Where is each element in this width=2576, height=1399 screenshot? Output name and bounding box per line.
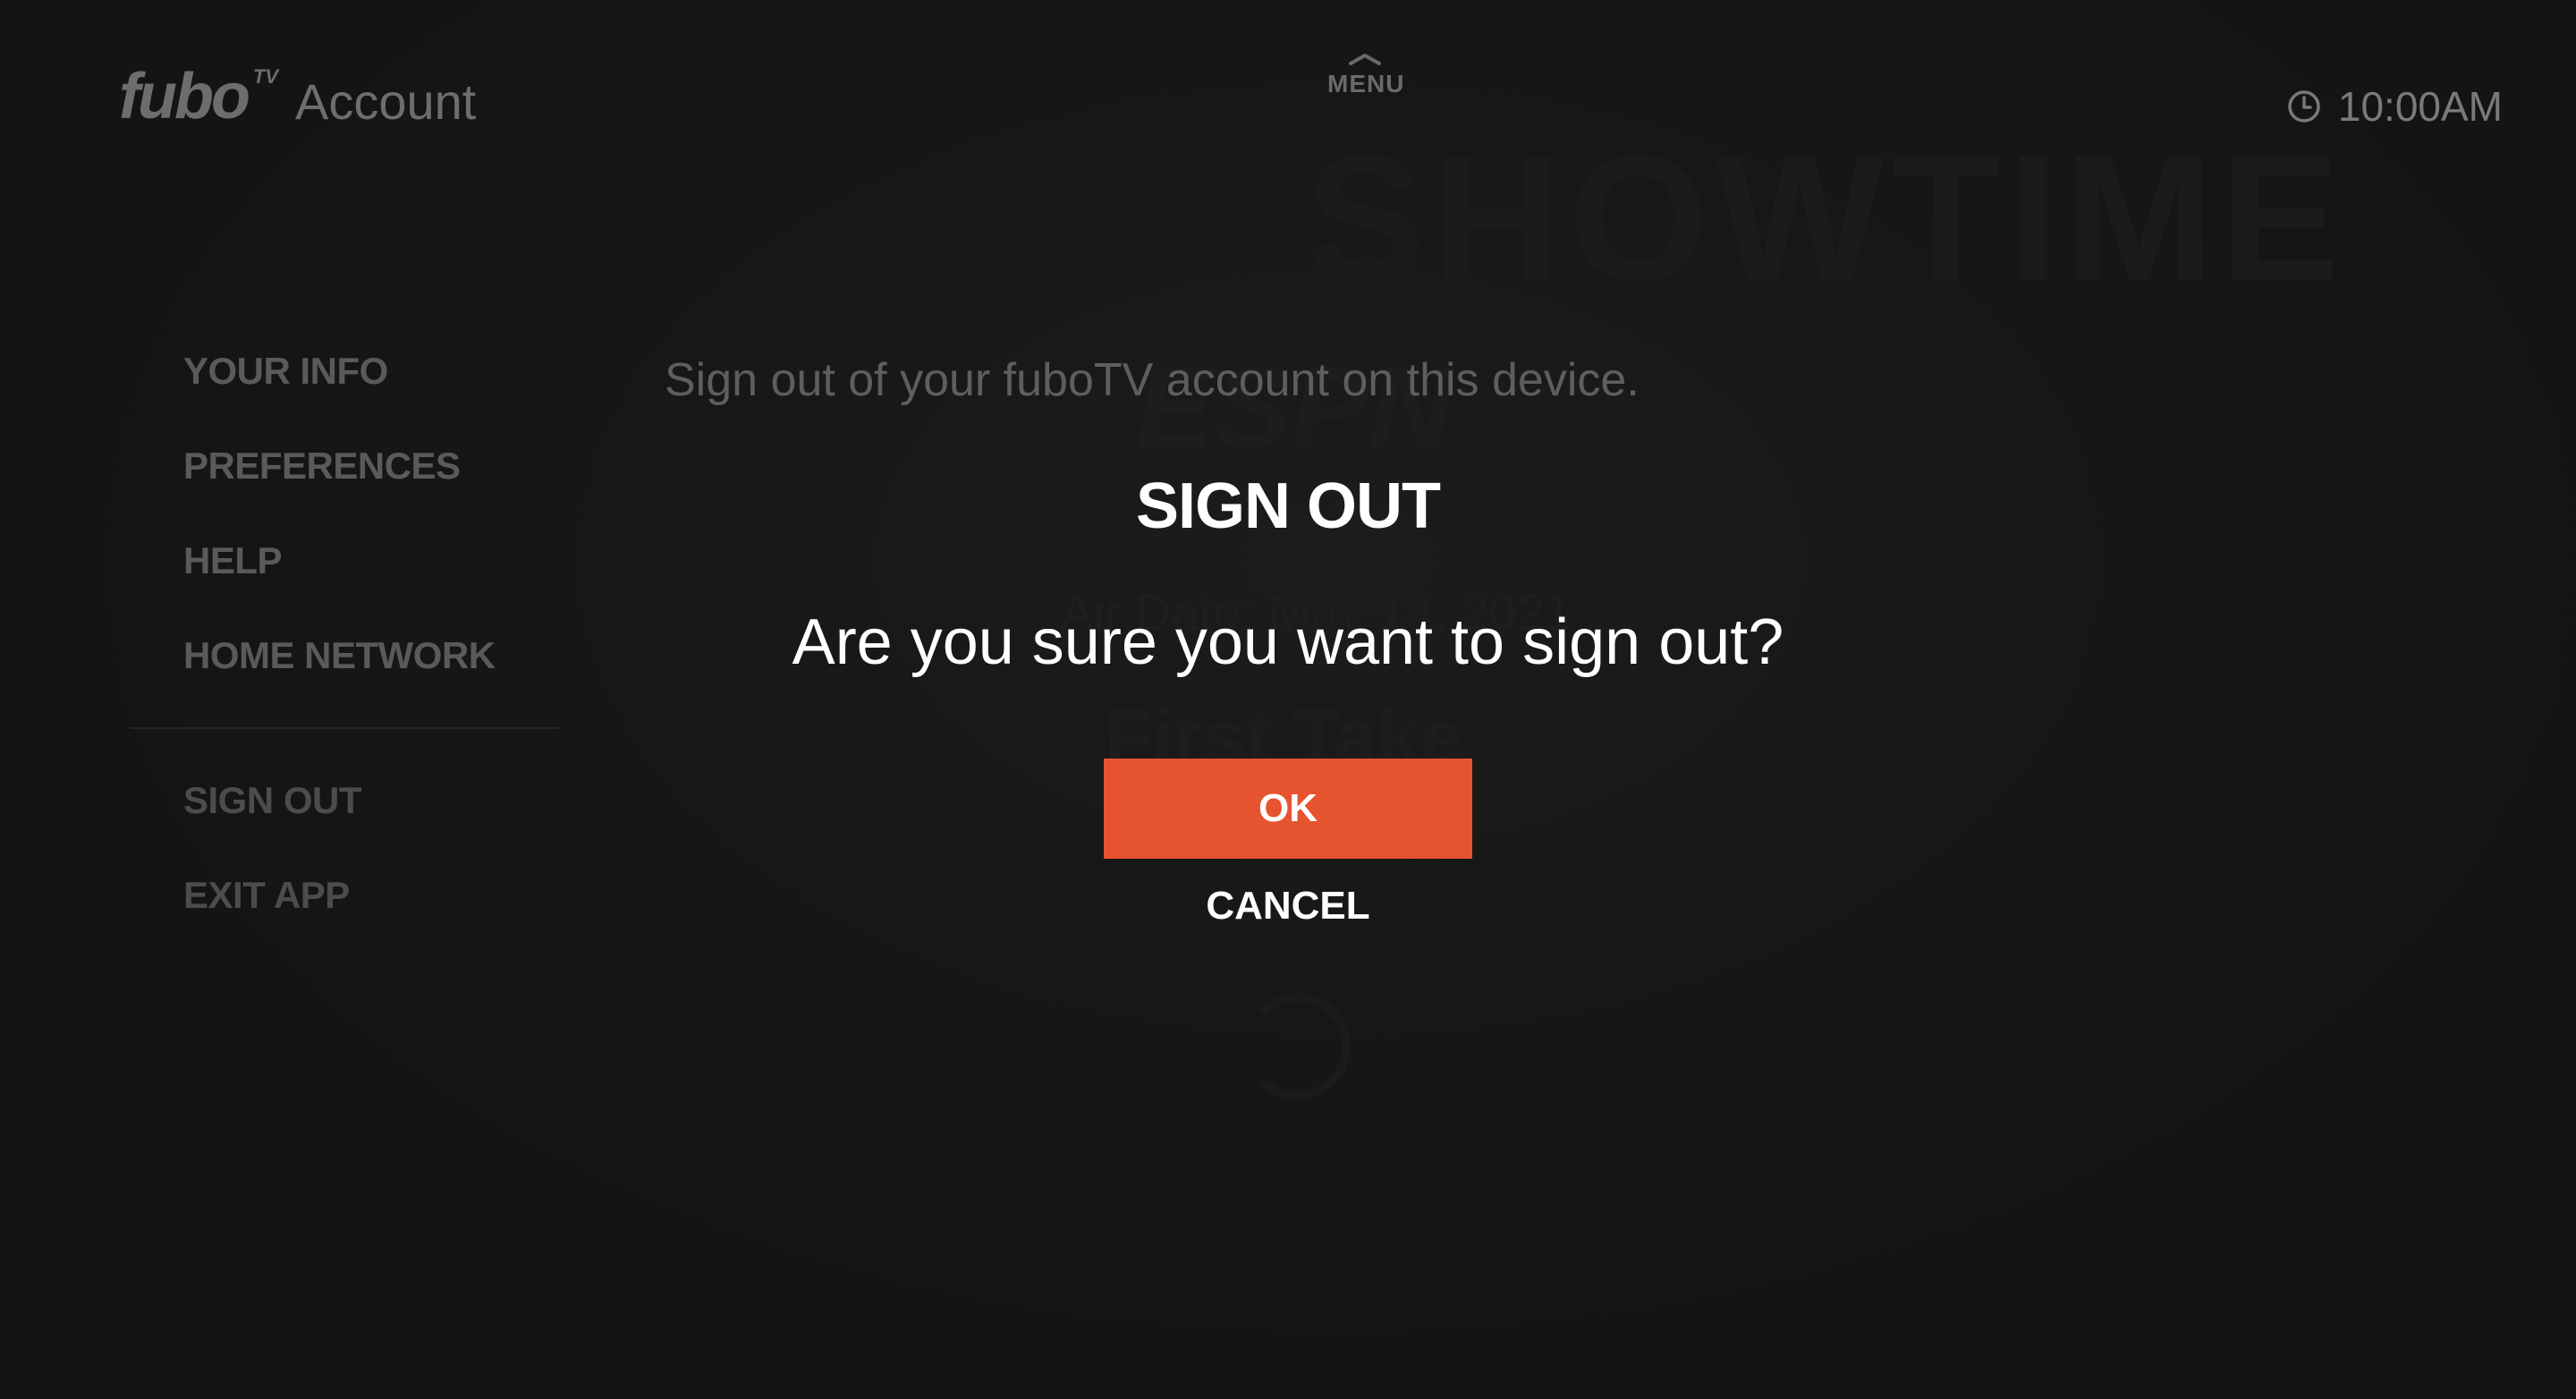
header: fubo TV Account MENU 10:00AM bbox=[0, 0, 2576, 179]
logo-superscript: TV bbox=[252, 65, 279, 88]
sidebar-item-sign-out[interactable]: SIGN OUT bbox=[183, 769, 362, 864]
dialog-message: Are you sure you want to sign out? bbox=[792, 606, 1784, 678]
account-sidebar-secondary: SIGN OUT EXIT APP bbox=[183, 769, 362, 959]
clock: 10:00AM bbox=[2286, 86, 2503, 127]
sign-out-description: Sign out of your fuboTV account on this … bbox=[665, 354, 1640, 406]
logo-text: fubo bbox=[119, 61, 250, 132]
dialog-title: SIGN OUT bbox=[1135, 471, 1441, 542]
clock-icon bbox=[2288, 90, 2320, 123]
sidebar-item-exit-app[interactable]: EXIT APP bbox=[183, 864, 361, 959]
background-loading-ring bbox=[1243, 993, 1351, 1100]
sidebar-item-your-info[interactable]: YOUR INFO bbox=[183, 340, 496, 435]
fubotv-account-screen: SHOWTIME ESPN Air Date: May 14, 2021 Fir… bbox=[0, 0, 2576, 1399]
chevron-up-icon bbox=[1349, 54, 1381, 65]
clock-time: 10:00AM bbox=[2337, 83, 2503, 130]
cancel-button[interactable]: CANCEL bbox=[1104, 875, 1472, 937]
page-title: Account bbox=[295, 73, 477, 130]
ok-button[interactable]: OK bbox=[1104, 759, 1472, 859]
sidebar-divider bbox=[130, 727, 559, 729]
menu-hint[interactable]: MENU bbox=[1327, 52, 1405, 98]
menu-label: MENU bbox=[1327, 70, 1405, 98]
fubotv-logo: fubo TV bbox=[119, 64, 278, 129]
